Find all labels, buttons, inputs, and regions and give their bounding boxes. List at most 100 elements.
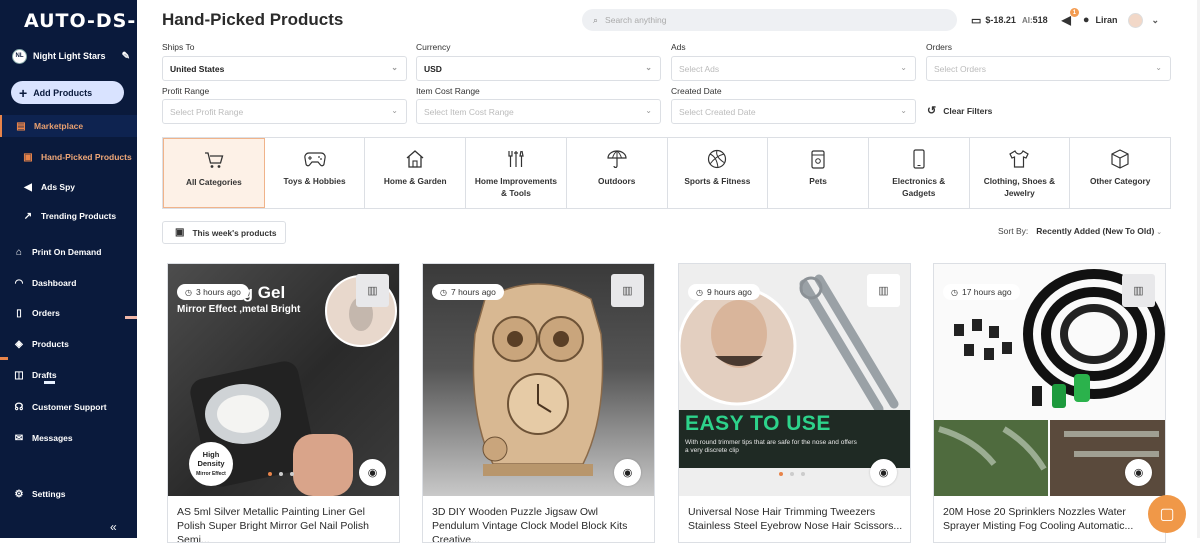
product-image[interactable]: Painting Gel Mirror Effect ,metal Bright… xyxy=(168,264,399,496)
product-card[interactable]: ◷ 7 hours ago ▥ ◉ 3D DIY Wooden Puzzle Ji… xyxy=(422,263,655,543)
store-selector[interactable]: NL Night Light Stars ✎ xyxy=(12,47,130,65)
sidebar-item-print-on-demand[interactable]: ⌂ Print On Demand xyxy=(0,241,137,263)
reset-icon: ↺ xyxy=(927,105,937,117)
category-electronics-gadgets[interactable]: Electronics & Gadgets xyxy=(869,138,970,208)
user-menu[interactable]: ● Liran ⌄ xyxy=(1082,12,1159,28)
product-image[interactable]: ◷ 17 hours ago ▥ ◉ xyxy=(934,264,1165,496)
clear-filters-button[interactable]: ↺ Clear Filters xyxy=(927,104,992,117)
category-toys-hobbies[interactable]: Toys & Hobbies xyxy=(265,138,366,208)
shirt-icon xyxy=(1009,149,1030,169)
stats-button[interactable]: ▥ xyxy=(867,274,900,307)
category-other-category[interactable]: Other Category xyxy=(1070,138,1170,208)
ships-to-select[interactable]: United States ⌄ xyxy=(162,56,407,81)
carousel-dots[interactable] xyxy=(268,472,294,476)
sidebar-item-drafts[interactable]: ◫ Drafts xyxy=(0,364,137,386)
sidebar-item-hand-picked-products[interactable]: ▣ Hand-Picked Products xyxy=(0,146,137,168)
avatar xyxy=(1127,12,1143,28)
created-date-select[interactable]: Select Created Date ⌄ xyxy=(671,99,916,124)
category-all-categories[interactable]: All Categories xyxy=(163,138,265,208)
house-icon xyxy=(405,149,425,169)
ball-icon xyxy=(707,149,727,169)
time-badge: ◷ 9 hours ago xyxy=(688,284,760,300)
hand-picked-icon: ▣ xyxy=(23,151,33,163)
add-products-button[interactable]: + Add Products xyxy=(11,81,124,104)
gamepad-icon xyxy=(303,149,326,169)
category-home-improvements-tools[interactable]: Home Improvements & Tools xyxy=(466,138,567,208)
product-card[interactable]: ◷ 17 hours ago ▥ ◉ 20M Hose 20 Sprinklers… xyxy=(933,263,1166,543)
notification-badge: 1 xyxy=(1069,8,1079,17)
sidebar-item-messages[interactable]: ✉ Messages xyxy=(0,427,137,449)
product-title[interactable]: 20M Hose 20 Sprinklers Nozzles Water Spr… xyxy=(943,505,1158,533)
autods-logo[interactable]: AUTO-DS- xyxy=(24,10,136,32)
sidebar-item-trending-products[interactable]: ↗ Trending Products xyxy=(0,205,137,227)
pencil-icon[interactable]: ✎ xyxy=(122,51,130,62)
chat-button[interactable]: ▢ xyxy=(1148,495,1186,533)
product-image[interactable]: ◷ 7 hours ago ▥ ◉ xyxy=(423,264,654,496)
item-cost-range-select[interactable]: Select Item Cost Range ⌄ xyxy=(416,99,661,124)
sidebar-item-customer-support[interactable]: ☊ Customer Support xyxy=(0,396,137,418)
view-button[interactable]: ◉ xyxy=(359,459,386,486)
created-date-label: Created Date xyxy=(671,86,722,96)
eye-icon: ◉ xyxy=(1133,467,1144,479)
product-title[interactable]: 3D DIY Wooden Puzzle Jigsaw Owl Pendulum… xyxy=(432,505,647,542)
time-badge: ◷ 7 hours ago xyxy=(432,284,504,300)
view-button[interactable]: ◉ xyxy=(614,459,641,486)
category-pets[interactable]: Pets xyxy=(768,138,869,208)
megaphone-icon: ◀ xyxy=(24,181,32,193)
clock-icon: ◷ xyxy=(440,287,447,297)
collapse-sidebar-button[interactable]: « xyxy=(110,520,117,534)
sidebar-item-orders[interactable]: ▯ Orders xyxy=(0,302,137,324)
this-weeks-products-button[interactable]: ▣ This week's products xyxy=(162,221,286,244)
product-card[interactable]: EASY TO USE With round trimmer tips that… xyxy=(678,263,911,543)
view-button[interactable]: ◉ xyxy=(870,459,897,486)
notifications-button[interactable]: ◀ 1 xyxy=(1062,8,1079,27)
search-input[interactable]: ⌕ Search anything xyxy=(582,9,957,31)
chevron-down-icon: ⌄ xyxy=(1155,63,1162,72)
category-clothing-shoes-jewelry[interactable]: Clothing, Shoes & Jewelry xyxy=(970,138,1071,208)
ads-select[interactable]: Select Ads ⌄ xyxy=(671,56,916,81)
sidebar: AUTO-DS- NL Night Light Stars ✎ + Add Pr… xyxy=(0,0,137,538)
bar-chart-icon: ▥ xyxy=(1133,285,1144,297)
balance-display[interactable]: ▭ $-18.21 AI:518 xyxy=(971,14,1048,27)
headset-icon: ☊ xyxy=(14,401,24,413)
sidebar-item-settings[interactable]: ⚙ Settings xyxy=(0,483,137,505)
page-title: Hand-Picked Products xyxy=(162,10,344,29)
orders-label: Orders xyxy=(926,42,952,52)
store-name: Night Light Stars xyxy=(33,51,106,61)
orders-select[interactable]: Select Orders ⌄ xyxy=(926,56,1171,81)
mail-icon: ✉ xyxy=(14,432,24,444)
currency-select[interactable]: USD ⌄ xyxy=(416,56,661,81)
image-banner-subtitle: With round trimmer tips that are safe fo… xyxy=(685,439,857,454)
sort-control[interactable]: Sort By: Recently Added (New To Old) ⌄ xyxy=(998,226,1162,236)
category-outdoors[interactable]: Outdoors xyxy=(567,138,668,208)
gear-icon: ⚙ xyxy=(14,488,24,500)
orders-indicator xyxy=(125,316,137,319)
sidebar-item-ads-spy[interactable]: ◀ Ads Spy xyxy=(0,176,137,198)
cart-icon xyxy=(204,150,224,170)
profit-range-select[interactable]: Select Profit Range ⌄ xyxy=(162,99,407,124)
product-image[interactable]: EASY TO USE With round trimmer tips that… xyxy=(679,264,910,496)
time-badge: ◷ 17 hours ago xyxy=(943,284,1020,300)
sidebar-item-marketplace[interactable]: ▤ Marketplace xyxy=(0,115,137,137)
product-title[interactable]: Universal Nose Hair Trimming Tweezers St… xyxy=(688,505,903,533)
category-home-garden[interactable]: Home & Garden xyxy=(365,138,467,208)
clock-icon: ◷ xyxy=(185,287,192,297)
user-name: Liran xyxy=(1095,15,1118,25)
image-banner-title: EASY TO USE xyxy=(685,412,831,435)
product-card[interactable]: Painting Gel Mirror Effect ,metal Bright… xyxy=(167,263,400,543)
clock-icon: ◷ xyxy=(696,287,703,297)
product-title[interactable]: AS 5ml Silver Metallic Painting Liner Ge… xyxy=(177,505,392,542)
carousel-dots[interactable] xyxy=(779,472,805,476)
stats-button[interactable]: ▥ xyxy=(1122,274,1155,307)
category-sports-fitness[interactable]: Sports & Fitness xyxy=(668,138,769,208)
sidebar-item-dashboard[interactable]: ◠ Dashboard xyxy=(0,272,137,294)
stats-button[interactable]: ▥ xyxy=(611,274,644,307)
sidebar-item-products[interactable]: ◈ Products xyxy=(0,333,137,355)
stats-button[interactable]: ▥ xyxy=(356,274,389,307)
user-icon: ● xyxy=(1082,14,1090,26)
chevron-down-icon: ⌄ xyxy=(1156,229,1163,236)
marketplace-icon: ▤ xyxy=(16,120,26,132)
view-button[interactable]: ◉ xyxy=(1125,459,1152,486)
chat-bubble-icon: ▢ xyxy=(1159,506,1175,523)
chevron-down-icon: ⌄ xyxy=(900,106,907,115)
